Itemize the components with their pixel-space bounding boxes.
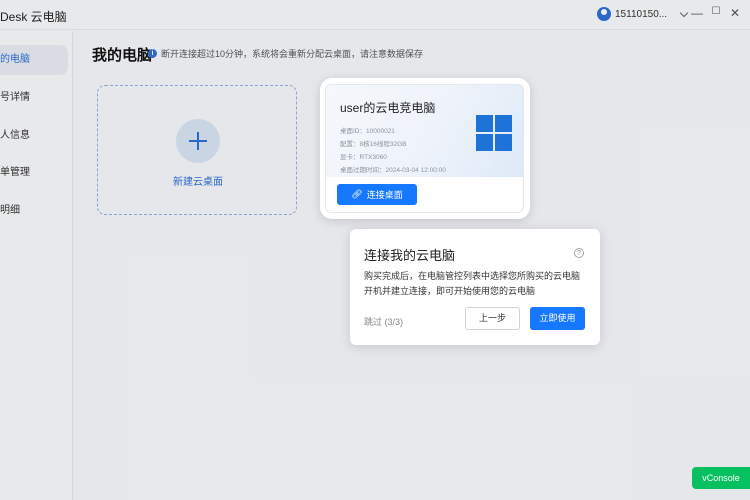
notice: i 断开连接超过10分钟，系统将会重新分配云桌面，请注意数据保存 [148, 47, 423, 60]
new-desktop-label: 新建云桌面 [173, 177, 223, 188]
pc-spec-gpu: 显卡：RTX3060 [340, 154, 387, 161]
close-button[interactable]: ✕ [728, 6, 742, 20]
sidebar-item-account-details[interactable]: 号详情 [0, 83, 68, 113]
connect-label: 连接桌面 [366, 190, 403, 200]
start-now-button[interactable]: 立即使用 [530, 307, 585, 330]
info-icon: i [148, 49, 157, 58]
sidebar-item-billing-details[interactable]: 明细 [0, 196, 68, 226]
guide-description: 购买完成后，在电脑管控列表中选择您所购买的云电脑开机并建立连接，即可开始使用您的… [364, 271, 581, 296]
sidebar-item-personal-info[interactable]: 人信息 [0, 121, 68, 151]
user-menu[interactable]: 15110150... [597, 7, 689, 21]
chevron-down-icon [679, 8, 689, 17]
minimize-button[interactable]: — [690, 6, 704, 20]
notice-text: 断开连接超过10分钟，系统将会重新分配云桌面，请注意数据保存 [161, 49, 424, 59]
guide-popover: 连接我的云电脑 ? 购买完成后，在电脑管控列表中选择您所购买的云电脑开机并建立连… [350, 229, 600, 345]
sidebar-item-my-computer[interactable]: 的电脑 [0, 45, 68, 75]
pc-card: user的云电竞电脑 桌面ID：10000021 配置：8核16线程32GB 显… [325, 84, 524, 213]
pc-card-highlight: user的云电竞电脑 桌面ID：10000021 配置：8核16线程32GB 显… [320, 78, 530, 219]
link-icon: 🔗︎ [351, 189, 363, 199]
skip-button[interactable]: 跳过 (3/3) [364, 315, 403, 328]
pc-name: user的云电竞电脑 [340, 101, 436, 115]
sidebar-item-order-management[interactable]: 单管理 [0, 158, 68, 188]
plus-icon [176, 119, 220, 163]
page-title: 我的电脑 [92, 47, 153, 64]
pc-spec-id: 桌面ID：10000021 [340, 128, 395, 135]
sidebar: 的电脑 号详情 人信息 单管理 明细 [0, 31, 73, 500]
app-title: Desk 云电脑 [0, 10, 67, 24]
avatar-icon [597, 7, 611, 21]
user-name: 15110150... [615, 8, 668, 20]
maximize-button[interactable]: ☐ [709, 6, 723, 17]
prev-step-button[interactable]: 上一步 [465, 307, 520, 330]
new-desktop-card[interactable]: 新建云桌面 [97, 85, 297, 215]
guide-title: 连接我的云电脑 [364, 248, 456, 263]
pc-spec-expiry: 桌面过期时间：2024-03-04 12:00:00 [340, 167, 446, 174]
windows-logo-icon [476, 115, 512, 151]
top-bar: Desk 云电脑 15110150... — ☐ ✕ [0, 0, 750, 30]
connect-desktop-button[interactable]: 🔗︎ 连接桌面 [337, 184, 417, 205]
pc-spec-config: 配置：8核16线程32GB [340, 141, 407, 148]
help-icon[interactable]: ? [574, 248, 584, 258]
vconsole-button[interactable]: vConsole [692, 467, 750, 489]
